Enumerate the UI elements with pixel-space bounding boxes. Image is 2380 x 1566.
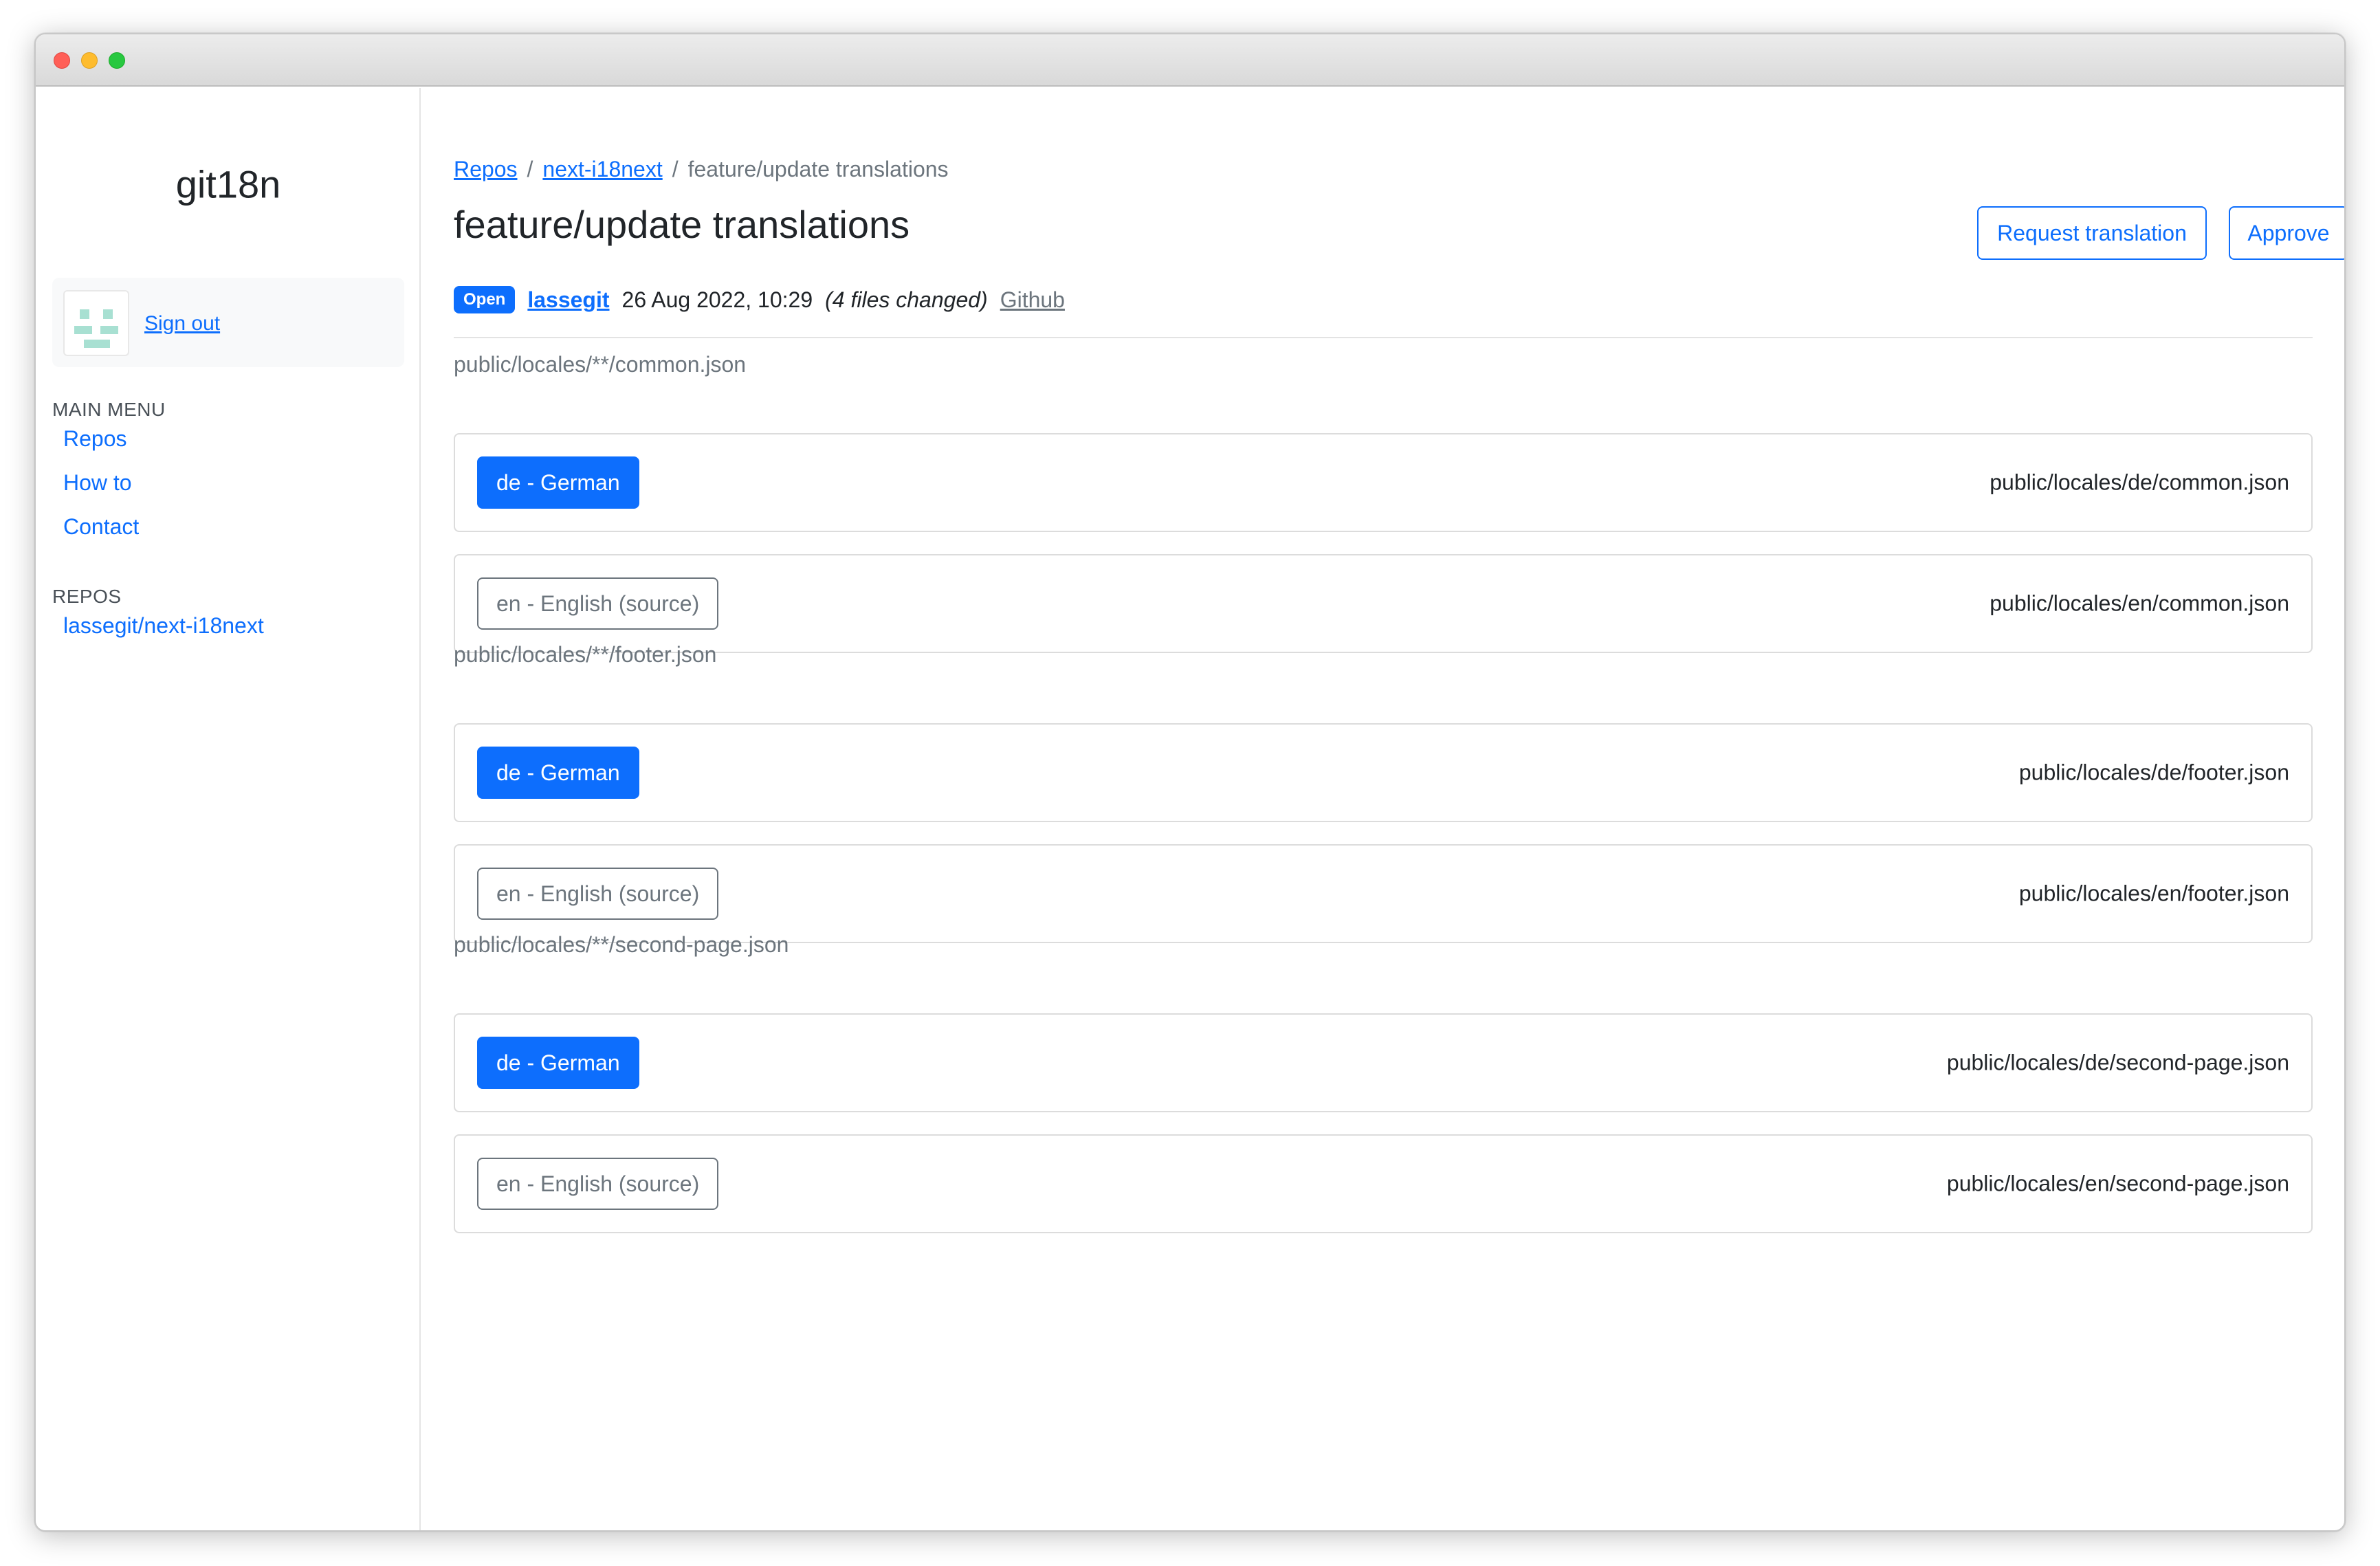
page-title: feature/update translations [454,203,910,246]
header-divider [454,337,2313,338]
minimize-window-icon[interactable] [81,52,98,69]
file-group-label: public/locales/**/second-page.json [454,932,789,957]
pr-meta: Open lassegit 26 Aug 2022, 10:29 (4 file… [454,285,1065,315]
file-path: public/locales/en/common.json [1990,591,2289,616]
sidebar-item-repos[interactable]: Repos [63,426,127,452]
file-path: public/locales/de/second-page.json [1946,1050,2289,1075]
user-box: Sign out [52,278,404,367]
maximize-window-icon[interactable] [109,52,125,69]
window-titlebar [36,34,2344,87]
sidebar-item-how-to[interactable]: How to [63,470,132,496]
file-card: en - English (source) public/locales/en/… [454,1134,2313,1233]
close-window-icon[interactable] [54,52,70,69]
main-menu-heading: MAIN MENU [52,399,166,420]
breadcrumb-repo-link[interactable]: next-i18next [542,157,662,181]
approve-button[interactable]: Approve [2229,206,2344,260]
file-path: public/locales/de/footer.json [2018,760,2289,785]
main-content: Repos / next-i18next / feature/update transl… [422,88,2344,1530]
file-path: public/locales/en/second-page.json [1946,1171,2289,1196]
breadcrumb: Repos / next-i18next / feature/update transl… [454,157,949,182]
brand-logo[interactable]: git18n [36,162,421,207]
breadcrumb-separator: / [527,157,533,181]
breadcrumb-repos-link[interactable]: Repos [454,157,518,181]
file-card: de - German public/locales/de/common.jso… [454,433,2313,532]
sidebar: git18n Sign out MAIN MENU Repos How to C… [36,88,421,1530]
github-link[interactable]: Github [1000,287,1065,313]
file-group-label: public/locales/**/footer.json [454,642,717,667]
lang-button-de[interactable]: de - German [477,456,639,509]
app-window: git18n Sign out MAIN MENU Repos How to C… [34,33,2346,1532]
breadcrumb-separator: / [672,157,679,181]
lang-button-en-source[interactable]: en - English (source) [477,868,719,920]
lang-button-en-source[interactable]: en - English (source) [477,577,719,630]
file-path: public/locales/de/common.json [1990,470,2289,495]
files-changed-count: (4 files changed) [825,287,988,312]
file-card: en - English (source) public/locales/en/… [454,554,2313,653]
pr-date: 26 Aug 2022, 10:29 [621,287,813,312]
lang-button-de[interactable]: de - German [477,1037,639,1089]
repos-heading: REPOS [52,586,122,607]
file-path: public/locales/en/footer.json [2018,881,2289,906]
sidebar-item-contact[interactable]: Contact [63,514,139,540]
file-card: de - German public/locales/de/footer.jso… [454,723,2313,822]
file-card: en - English (source) public/locales/en/… [454,844,2313,943]
sidebar-item-repo[interactable]: lassegit/next-i18next [63,613,264,639]
request-translation-button[interactable]: Request translation [1977,206,2207,260]
avatar [63,290,129,356]
breadcrumb-current: feature/update translations [687,157,949,181]
sign-out-link[interactable]: Sign out [144,312,220,335]
lang-button-de[interactable]: de - German [477,747,639,799]
file-group-label: public/locales/**/common.json [454,352,747,377]
file-card: de - German public/locales/de/second-pag… [454,1013,2313,1112]
status-badge: Open [454,286,516,313]
lang-button-en-source[interactable]: en - English (source) [477,1158,719,1210]
author-link[interactable]: lassegit [527,287,609,313]
